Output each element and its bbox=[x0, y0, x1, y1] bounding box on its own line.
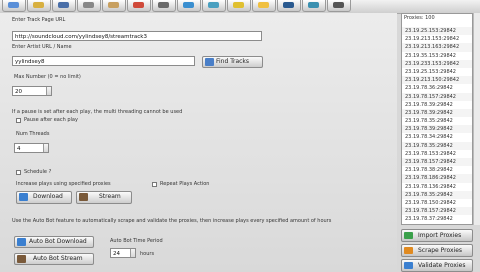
tools-icon[interactable] bbox=[152, 0, 176, 12]
proxy-row[interactable]: 23.19.213.150:29842 bbox=[402, 76, 472, 85]
proxy-row[interactable]: 23.19.233.153:29842 bbox=[402, 59, 472, 68]
save-icon[interactable] bbox=[52, 0, 76, 12]
proxy-row[interactable]: 23.19.78.37:29842 bbox=[402, 215, 472, 223]
max-number-input[interactable]: 20 bbox=[12, 86, 52, 96]
proxy-row[interactable]: 23.19.25.153:29842 bbox=[402, 68, 472, 76]
proxy-row[interactable]: 23.19.78.39:29842 bbox=[402, 101, 472, 109]
autobot-time-label: Auto Bot Time Period bbox=[110, 238, 163, 244]
proxy-row[interactable]: 23.19.78.35:29842 bbox=[402, 117, 472, 125]
globe-icon[interactable] bbox=[202, 0, 226, 12]
import-proxies-button[interactable]: Import Proxies bbox=[401, 229, 473, 242]
star-icon[interactable] bbox=[252, 0, 276, 12]
proxy-rows: 23.19.25.153:29842 23.19.213.153:29842 23.… bbox=[402, 27, 472, 224]
pause-label: Pause after each play bbox=[24, 117, 78, 123]
pen-icon[interactable] bbox=[127, 0, 151, 12]
artist-url-input[interactable]: yylindsey8 bbox=[12, 56, 195, 66]
open-icon[interactable] bbox=[27, 0, 51, 12]
validate-icon bbox=[404, 262, 413, 269]
stream-button[interactable]: Stream bbox=[76, 191, 132, 204]
find-tracks-button[interactable]: Find Tracks bbox=[202, 56, 263, 68]
proxy-row[interactable]: 23.19.78.157:29842 bbox=[402, 158, 472, 167]
proxy-row[interactable]: 23.19.213.153:29842 bbox=[402, 35, 472, 43]
proxy-list[interactable]: 23.19.25.153:29842 23.19.213.153:29842 23.… bbox=[401, 13, 473, 225]
schedule-checkbox[interactable] bbox=[16, 170, 21, 175]
search-icon[interactable] bbox=[277, 0, 301, 12]
scrape-proxies-button[interactable]: Scrape Proxies bbox=[401, 244, 473, 257]
proxy-row[interactable]: 23.19.78.153:29842 bbox=[402, 150, 472, 158]
download-button[interactable]: Download bbox=[16, 191, 72, 204]
proxy-row[interactable]: 23.19.78.35:29842 bbox=[402, 141, 472, 150]
app-icon[interactable] bbox=[2, 0, 26, 12]
spinner-icon[interactable] bbox=[43, 144, 48, 152]
proxy-row[interactable]: 23.19.35.153:29842 bbox=[402, 52, 472, 60]
proxy-row[interactable]: 23.19.78.34:29842 bbox=[402, 133, 472, 141]
web-icon[interactable] bbox=[302, 0, 326, 12]
pause-checkbox[interactable] bbox=[16, 118, 21, 123]
proxy-row[interactable]: 23.19.78.38:29842 bbox=[402, 166, 472, 174]
proxy-row[interactable]: 23.19.78.157:29842 bbox=[402, 207, 472, 216]
download-icon bbox=[19, 193, 28, 201]
info-icon[interactable] bbox=[227, 0, 251, 12]
proxy-row[interactable]: 23.19.78.136:29842 bbox=[402, 183, 472, 191]
proxy-row[interactable]: 23.19.78.186:29842 bbox=[402, 174, 472, 183]
proxy-row[interactable]: 23.19.78.150:29842 bbox=[402, 199, 472, 207]
track-url-input[interactable]: http://soundcloud.com/yylindsey8/streamt… bbox=[12, 31, 262, 41]
email-icon[interactable] bbox=[102, 0, 126, 12]
settings-icon[interactable] bbox=[77, 0, 101, 12]
toolbar bbox=[0, 0, 480, 14]
import-icon bbox=[404, 232, 413, 239]
hours-label: hours bbox=[140, 251, 155, 257]
main-panel: Enter Track Page URL http://soundcloud.c… bbox=[0, 13, 397, 270]
help-icon[interactable] bbox=[177, 0, 201, 12]
proxy-row[interactable]: 23.19.25.153:29842 bbox=[402, 27, 472, 36]
pause-note: If a pause is set after each play, the m… bbox=[12, 109, 183, 115]
stream-icon bbox=[17, 255, 26, 263]
repeat-label: Repeat Plays Action bbox=[160, 181, 210, 187]
validate-proxies-button[interactable]: Validate Proxies bbox=[401, 259, 473, 272]
num-threads-label: Num Threads bbox=[16, 131, 50, 137]
proxy-row[interactable]: 23.19.78.36:29842 bbox=[402, 84, 472, 92]
proxy-scrollbar[interactable] bbox=[473, 13, 480, 225]
repeat-checkbox[interactable] bbox=[152, 182, 157, 187]
proxy-row[interactable]: 23.19.78.39:29842 bbox=[402, 125, 472, 134]
schedule-label: Schedule ? bbox=[24, 169, 52, 175]
spinner-icon[interactable] bbox=[130, 249, 135, 257]
proxy-row[interactable]: 23.19.213.163:29842 bbox=[402, 43, 472, 52]
artist-url-label: Enter Artist URL / Name bbox=[12, 44, 72, 50]
proxy-row[interactable]: 23.19.78.39:29842 bbox=[402, 108, 472, 118]
stream-icon bbox=[79, 193, 88, 201]
download-icon bbox=[17, 238, 26, 246]
exit-icon[interactable] bbox=[327, 0, 351, 12]
max-number-label: Max Number (0 = no limit) bbox=[14, 74, 81, 80]
autobot-download-button[interactable]: Auto Bot Download bbox=[14, 236, 94, 248]
proxy-row[interactable]: 23.19.78.157:29842 bbox=[402, 92, 472, 101]
proxy-row[interactable]: 23.19.78.35:29842 bbox=[402, 223, 472, 224]
increase-label: Increase plays using specified proxies bbox=[16, 181, 111, 187]
proxy-row[interactable]: 23.19.78.35:29842 bbox=[402, 190, 472, 199]
search-icon bbox=[205, 58, 214, 66]
num-threads-input[interactable]: 4 bbox=[14, 143, 49, 153]
track-url-label: Enter Track Page URL bbox=[12, 17, 66, 23]
spinner-icon[interactable] bbox=[46, 87, 51, 95]
autobot-note-line: Use the Auto Bot feature to automaticall… bbox=[12, 218, 332, 224]
proxies-count: Proxies: 100 bbox=[404, 15, 435, 21]
autobot-stream-button[interactable]: Auto Bot Stream bbox=[14, 253, 94, 265]
autobot-time-input[interactable]: 24 bbox=[110, 248, 136, 258]
scrape-icon bbox=[404, 247, 413, 254]
